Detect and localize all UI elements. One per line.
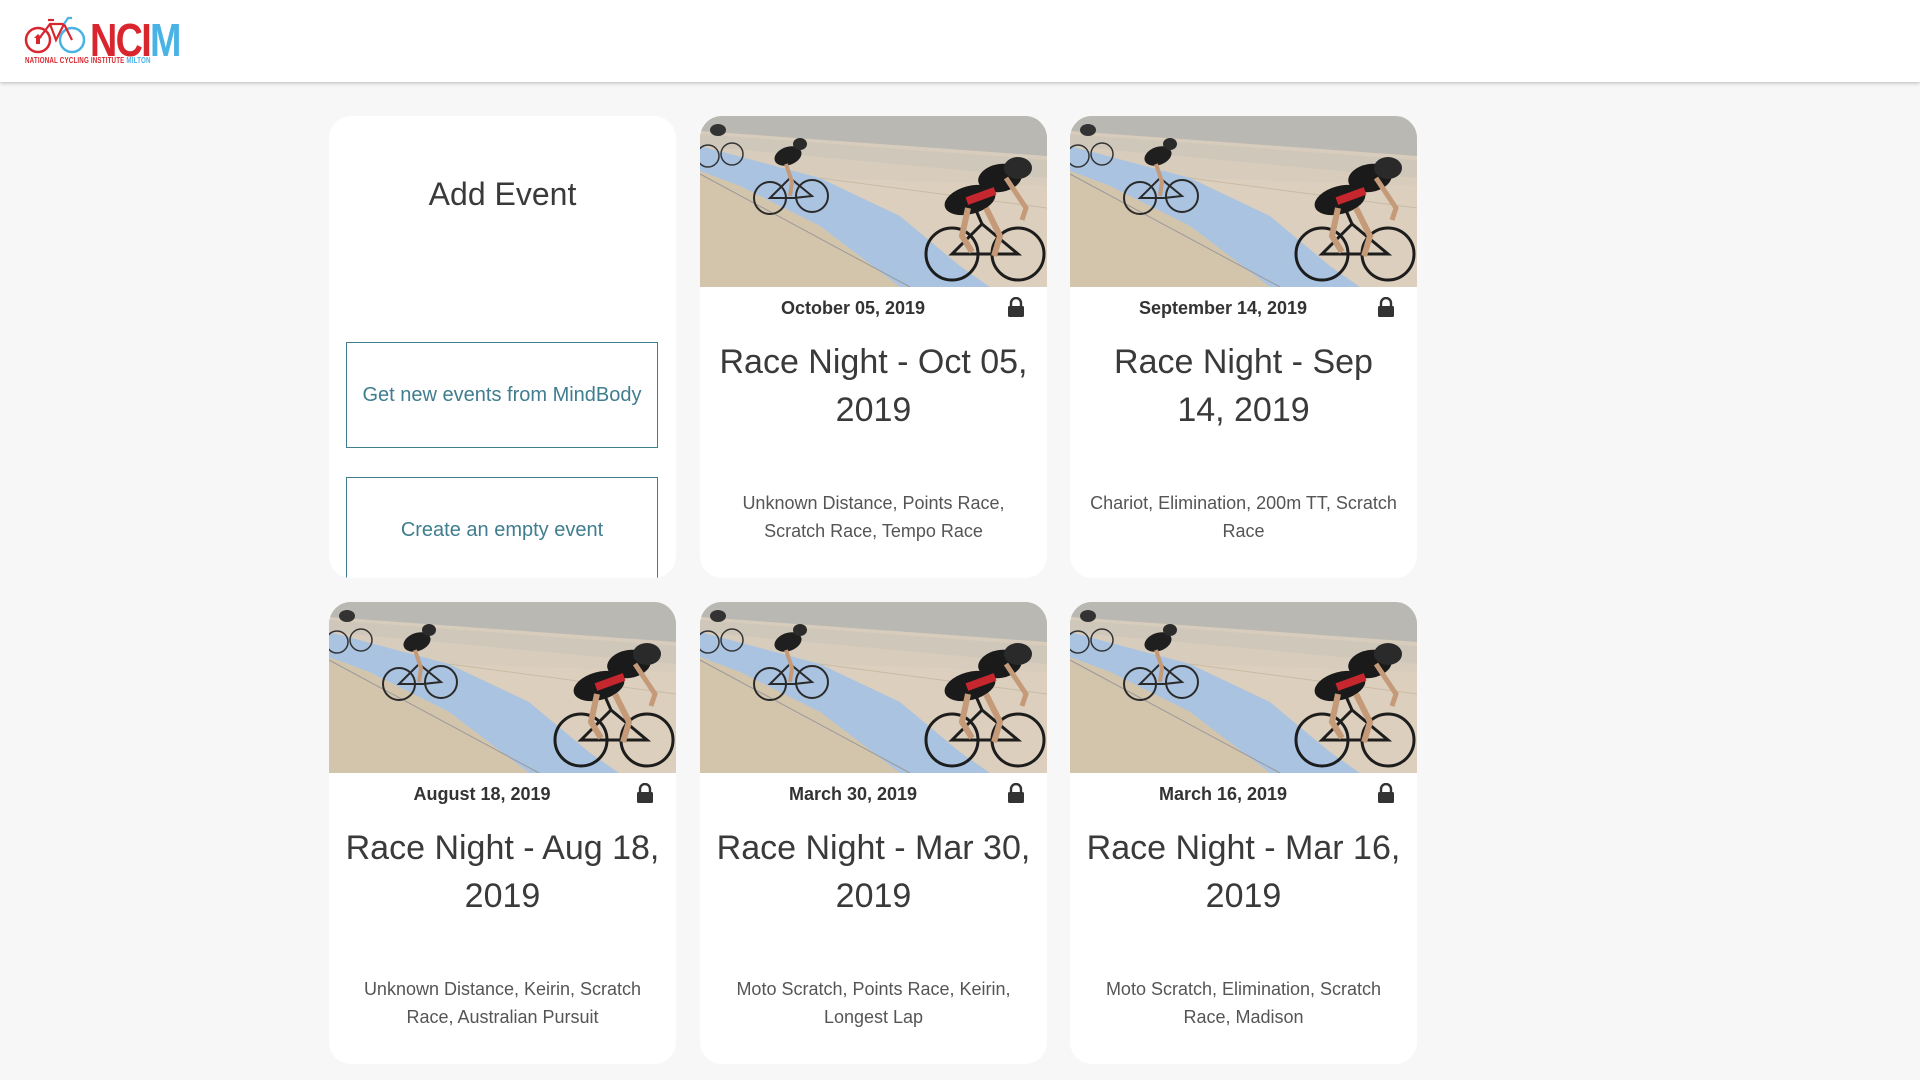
event-card[interactable]: March 16, 2019 Race Night - Mar 16, 2019… [1070,602,1417,1064]
event-races: Moto Scratch, Points Race, Keirin, Longe… [736,979,1011,1027]
event-date: March 30, 2019 [788,784,918,804]
event-date-row: September 14, 2019 [1070,295,1417,321]
add-event-card: Add Event Get new events from MindBody C… [329,116,676,578]
event-date-row: March 16, 2019 [1070,781,1417,807]
create-empty-event-button[interactable]: Create an empty event [346,477,658,578]
logo-subtitle-blue: MILTON [126,56,151,65]
event-image [329,602,676,773]
event-date: August 18, 2019 [413,784,551,804]
event-title: Race Night - Sep 14, 2019 [1114,343,1373,429]
event-date-row: October 05, 2019 [700,295,1047,321]
logo-wordmark-blue: M [150,14,181,66]
event-races: Moto Scratch, Elimination, Scratch Race,… [1105,979,1382,1027]
lock-icon [1377,297,1395,317]
events-grid: Add Event Get new events from MindBody C… [0,82,1920,1080]
event-card[interactable]: October 05, 2019 Race Night - Oct 05, 20… [700,116,1047,578]
event-card[interactable]: September 14, 2019 Race Night - Sep 14, … [1070,116,1417,578]
event-date: March 16, 2019 [1158,784,1288,804]
event-races: Unknown Distance, Points Race, Scratch R… [742,493,1005,541]
event-image [1070,116,1417,287]
top-bar: NCIM NATIONAL CYCLING INSTITUTE MILTON [0,0,1920,82]
bicycle-logo-icon [24,16,86,54]
event-image [700,116,1047,287]
event-title: Race Night - Mar 16, 2019 [1086,829,1401,915]
event-date: October 05, 2019 [780,298,926,318]
get-mindbody-events-button[interactable]: Get new events from MindBody [346,342,658,448]
event-title: Race Night - Oct 05, 2019 [719,343,1028,429]
event-races: Chariot, Elimination, 200m TT, Scratch R… [1090,493,1397,541]
lock-icon [1007,783,1025,803]
event-date-row: March 30, 2019 [700,781,1047,807]
logo-subtitle: NATIONAL CYCLING INSTITUTE MILTON [25,56,151,65]
lock-icon [636,783,654,803]
event-title: Race Night - Mar 30, 2019 [716,829,1031,915]
event-date: September 14, 2019 [1138,298,1308,318]
event-date-row: August 18, 2019 [329,781,676,807]
lock-icon [1377,783,1395,803]
event-title: Race Night - Aug 18, 2019 [345,829,660,915]
event-image [1070,602,1417,773]
logo-subtitle-red: NATIONAL CYCLING INSTITUTE [25,56,125,65]
lock-icon [1007,297,1025,317]
event-races: Unknown Distance, Keirin, Scratch Race, … [363,979,642,1027]
event-image [700,602,1047,773]
event-card[interactable]: March 30, 2019 Race Night - Mar 30, 2019… [700,602,1047,1064]
event-card[interactable]: August 18, 2019 Race Night - Aug 18, 201… [329,602,676,1064]
ncim-logo[interactable]: NCIM NATIONAL CYCLING INSTITUTE MILTON [24,14,181,70]
add-event-title: Add Event [428,176,577,212]
